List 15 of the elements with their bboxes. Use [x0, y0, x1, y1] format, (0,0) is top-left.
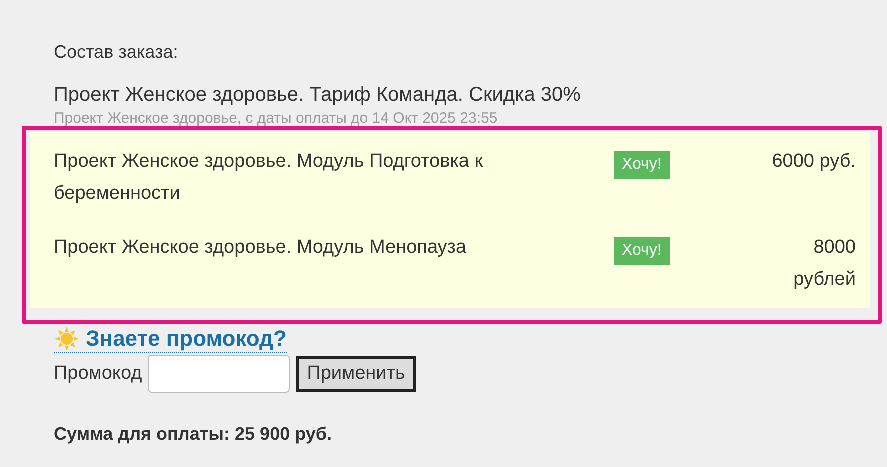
section-heading: Состав заказа: — [54, 41, 178, 64]
order-subtitle: Проект Женское здоровье, с даты оплаты до 14 Окт 2025 23:55 — [54, 110, 498, 128]
want-button[interactable]: Хочу! — [614, 151, 670, 179]
order-title: Проект Женское здоровье. Тариф Команда. Скидка 30% — [54, 83, 581, 108]
want-button[interactable]: Хочу! — [614, 237, 670, 265]
offer-name: Проект Женское здоровье. Модуль Менопауза — [54, 236, 468, 260]
apply-button[interactable]: Применить — [296, 356, 416, 392]
promo-link[interactable]: Знаете промокод? — [86, 326, 287, 352]
sun-icon — [54, 326, 80, 352]
offer-price: 8000 рублей — [792, 236, 856, 292]
promo-input[interactable] — [148, 355, 290, 393]
offer-name: Проект Женское здоровье. Модуль Подготовка к беременности — [54, 150, 484, 206]
promo-label: Промокод — [54, 362, 142, 386]
total-amount: Сумма для оплаты: 25 900 руб. — [54, 423, 332, 446]
offer-price: 6000 руб. — [771, 150, 856, 174]
